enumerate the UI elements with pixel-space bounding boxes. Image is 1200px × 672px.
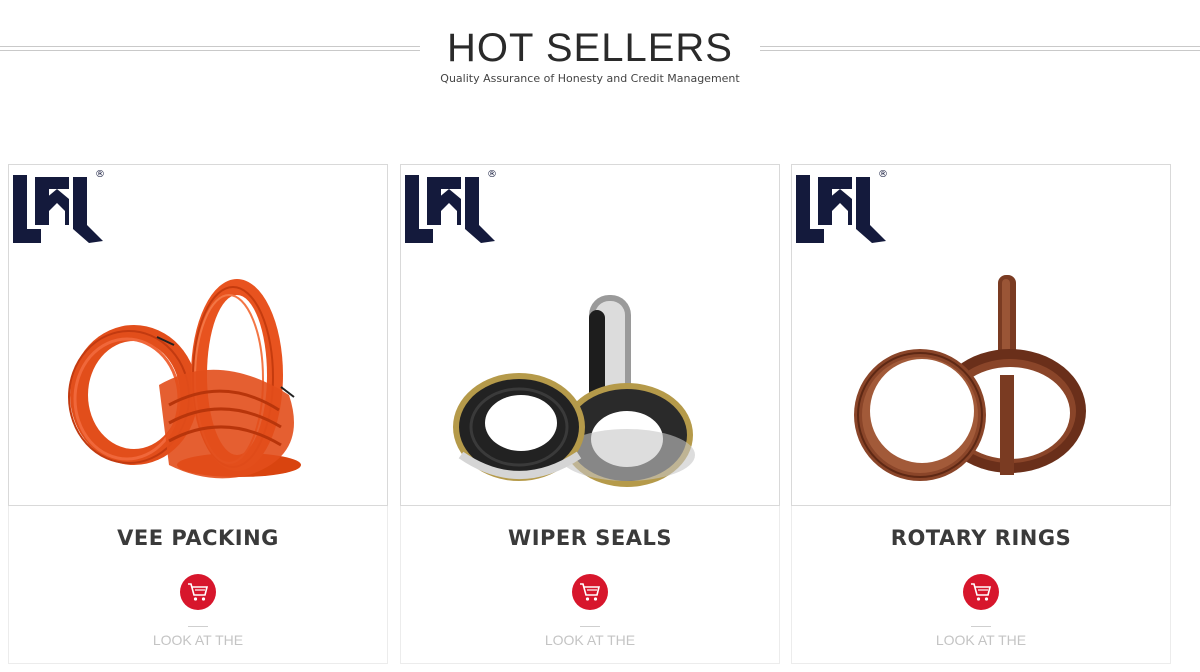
look-at-the-link[interactable]: LOOK AT THE xyxy=(9,632,387,648)
add-to-cart-button[interactable] xyxy=(180,574,216,610)
section-header: HOT SELLERS Quality Assurance of Honesty… xyxy=(0,0,1200,110)
cart-icon xyxy=(580,583,601,601)
cart-icon xyxy=(188,583,209,601)
product-image[interactable]: ® xyxy=(8,164,388,506)
product-info: WIPER SEALS LOOK AT THE xyxy=(400,506,780,664)
section-title: HOT SELLERS xyxy=(447,26,733,70)
add-to-cart-button[interactable] xyxy=(572,574,608,610)
divider xyxy=(580,626,600,627)
header-divider-left xyxy=(0,46,420,51)
product-card-vee-packing[interactable]: ® VEE PACKING LOOK AT THE xyxy=(8,164,388,664)
vee-packing-rings-icon xyxy=(68,279,301,479)
cart-icon xyxy=(971,583,992,601)
look-at-the-link[interactable]: LOOK AT THE xyxy=(792,632,1170,648)
header-divider-right xyxy=(760,46,1200,51)
divider xyxy=(971,626,991,627)
product-name[interactable]: VEE PACKING xyxy=(9,526,387,550)
product-card-rotary-rings[interactable]: ® ROTARY RINGS LOOK AT THE xyxy=(791,164,1171,664)
divider xyxy=(188,626,208,627)
product-info: ROTARY RINGS LOOK AT THE xyxy=(791,506,1171,664)
product-name[interactable]: WIPER SEALS xyxy=(401,526,779,550)
product-name[interactable]: ROTARY RINGS xyxy=(792,526,1170,550)
product-info: VEE PACKING LOOK AT THE xyxy=(8,506,388,664)
product-image[interactable]: ® xyxy=(400,164,780,506)
wiper-seals-icon xyxy=(453,295,695,487)
section-subtitle: Quality Assurance of Honesty and Credit … xyxy=(440,72,740,85)
product-image[interactable]: ® xyxy=(791,164,1171,506)
look-at-the-link[interactable]: LOOK AT THE xyxy=(401,632,779,648)
add-to-cart-button[interactable] xyxy=(963,574,999,610)
rotary-rings-icon xyxy=(854,275,1086,481)
product-card-wiper-seals[interactable]: ® WIPER SEALS LOOK AT THE xyxy=(400,164,780,664)
